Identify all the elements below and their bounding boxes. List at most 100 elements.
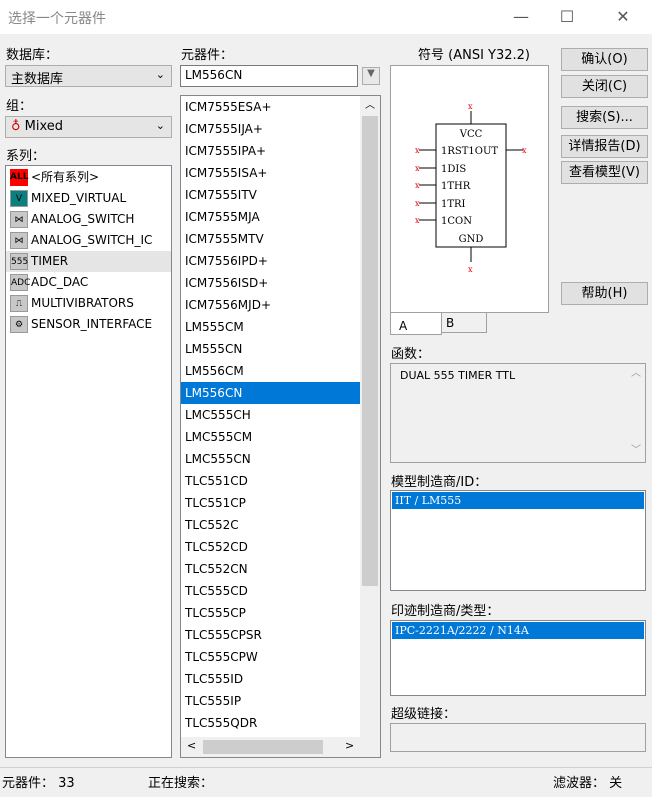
component-label: 元器件：	[181, 48, 234, 63]
component-item[interactable]: ICM7555MTV	[181, 228, 360, 250]
family-item-label: MIXED_VIRTUAL	[31, 191, 127, 205]
component-item[interactable]: ICM7556ISD+	[181, 272, 360, 294]
family-item-label: MULTIVIBRATORS	[31, 296, 134, 310]
title-bar: 选择一个元器件 — ☐ ✕	[0, 0, 652, 34]
component-item[interactable]: LMC555CH	[181, 404, 360, 426]
component-symbol: xxxxxxxx VCC 1RST1OUT 1DIS 1THR 1TRI 1CO…	[415, 102, 527, 274]
component-item[interactable]: TLC555CD	[181, 580, 360, 602]
function-scrollbar[interactable]: ︿ ﹀	[627, 364, 645, 462]
search-button[interactable]: 搜索(S)...	[561, 106, 648, 129]
component-item[interactable]: ICM7555MJA	[181, 206, 360, 228]
component-item[interactable]: TLC552CN	[181, 558, 360, 580]
family-item[interactable]: ⎍ MULTIVIBRATORS	[6, 293, 171, 314]
close-window-button[interactable]: ✕	[600, 4, 646, 30]
component-item[interactable]: TLC555CPSR	[181, 624, 360, 646]
minimize-button[interactable]: —	[498, 4, 544, 30]
component-item[interactable]: ICM7555ESA+	[181, 96, 360, 118]
component-item[interactable]: ICM7555IPA+	[181, 140, 360, 162]
tab-a[interactable]: A	[390, 313, 442, 335]
component-item[interactable]: TLC551CD	[181, 470, 360, 492]
component-item[interactable]: ICM7555ISA+	[181, 162, 360, 184]
family-item[interactable]: 555 TIMER	[6, 251, 171, 272]
component-item[interactable]: LM556CN	[181, 382, 360, 404]
vertical-scrollbar[interactable]: ︿	[360, 96, 380, 738]
pin-label: 1DIS	[441, 164, 466, 175]
component-search-input[interactable]: LM556CN	[180, 65, 358, 87]
model-list[interactable]: IIT / LM555	[390, 490, 646, 591]
family-item[interactable]: ⚙ SENSOR_INTERFACE	[6, 314, 171, 335]
component-item[interactable]: ICM7555ITV	[181, 184, 360, 206]
status-divider	[0, 767, 652, 768]
component-item[interactable]: TLC551CP	[181, 492, 360, 514]
ok-button[interactable]: 确认(O)	[561, 48, 648, 71]
database-select[interactable]: 主数据库 ⌄	[5, 65, 172, 87]
close-button[interactable]: 关闭(C)	[561, 75, 648, 98]
group-select[interactable]: ♁ Mixed ⌄	[5, 116, 172, 138]
family-item-label: SENSOR_INTERFACE	[31, 317, 153, 331]
svg-text:x: x	[415, 146, 420, 155]
maximize-button[interactable]: ☐	[544, 4, 590, 30]
component-item[interactable]: TLC555ID	[181, 668, 360, 690]
family-icon: ⎍	[10, 295, 28, 312]
model-item[interactable]: IIT / LM555	[392, 492, 644, 509]
component-item[interactable]: LM555CM	[181, 316, 360, 338]
scroll-right-icon[interactable]: >	[345, 739, 354, 752]
family-item[interactable]: V MIXED_VIRTUAL	[6, 188, 171, 209]
database-value: 主数据库	[11, 72, 64, 87]
component-item[interactable]: ICM7555IJA+	[181, 118, 360, 140]
scroll-up-icon[interactable]: ︿	[360, 96, 380, 116]
family-item[interactable]: ALL <所有系列>	[6, 167, 171, 188]
hyperlink-field	[390, 723, 646, 752]
component-item[interactable]: LMC555CN	[181, 448, 360, 470]
group-value: Mixed	[24, 119, 64, 134]
pin-label: 1RST1OUT	[441, 146, 498, 157]
family-icon: ALL	[10, 169, 28, 186]
symbol-label: 符号 (ANSI Y32.2)	[418, 48, 530, 63]
tab-b[interactable]: B	[441, 312, 487, 333]
family-item[interactable]: ⋈ ANALOG_SWITCH	[6, 209, 171, 230]
chevron-down-icon: ⌄	[155, 119, 165, 132]
h-scroll-thumb[interactable]	[203, 740, 323, 754]
component-item[interactable]: ICM7556MJD+	[181, 294, 360, 316]
component-item[interactable]: TLC555CPW	[181, 646, 360, 668]
status-count: 元器件： 33	[2, 776, 75, 791]
svg-text:x: x	[522, 146, 527, 155]
family-item[interactable]: ⋈ ANALOG_SWITCH_IC	[6, 230, 171, 251]
status-filter: 滤波器： 关	[553, 776, 623, 791]
family-item-label: ADC_DAC	[31, 275, 89, 289]
pin-bottom: GND	[459, 234, 484, 245]
component-item[interactable]: ICM7556IPD+	[181, 250, 360, 272]
component-item[interactable]: LMC555CM	[181, 426, 360, 448]
footprint-item[interactable]: IPC-2221A/2222 / N14A	[392, 622, 644, 639]
scroll-left-icon[interactable]: <	[187, 739, 196, 752]
family-item-label: ANALOG_SWITCH_IC	[31, 233, 153, 247]
component-item[interactable]: TLC552CD	[181, 536, 360, 558]
pin-label: 1THR	[441, 181, 471, 192]
component-item[interactable]: TLC555IP	[181, 690, 360, 712]
family-list[interactable]: ALL <所有系列> V MIXED_VIRTUAL ⋈ ANALOG_SWITCH ⋈ AN…	[5, 165, 172, 758]
group-icon: ♁	[11, 119, 25, 134]
svg-text:x: x	[415, 164, 420, 173]
component-item[interactable]: TLC552C	[181, 514, 360, 536]
help-button[interactable]: 帮助(H)	[561, 282, 648, 305]
footprint-list[interactable]: IPC-2221A/2222 / N14A	[390, 620, 646, 696]
view-model-button[interactable]: 查看模型(V)	[561, 161, 648, 184]
window-title: 选择一个元器件	[8, 11, 106, 27]
component-item[interactable]: LM556CM	[181, 360, 360, 382]
family-item-label: ANALOG_SWITCH	[31, 212, 135, 226]
component-item[interactable]: TLC555CP	[181, 602, 360, 624]
family-item[interactable]: ADCADC_DAC	[6, 272, 171, 293]
function-label: 函数：	[391, 347, 431, 362]
family-icon: ⋈	[10, 232, 28, 249]
family-icon: 555	[10, 253, 28, 270]
detail-report-button[interactable]: 详情报告(D)	[561, 135, 648, 158]
component-item[interactable]: TLC555QDR	[181, 712, 360, 734]
family-label: 系列：	[6, 149, 46, 164]
scroll-thumb[interactable]	[362, 116, 378, 586]
chevron-down-icon: ⌄	[155, 68, 165, 81]
component-list[interactable]: ICM7555ESA+ ICM7555IJA+ ICM7555IPA+ ICM7555…	[180, 95, 381, 758]
component-item[interactable]: LM555CN	[181, 338, 360, 360]
horizontal-scrollbar[interactable]: < >	[181, 737, 380, 757]
filter-icon[interactable]: ▼	[362, 67, 380, 85]
family-icon: ⚙	[10, 316, 28, 333]
